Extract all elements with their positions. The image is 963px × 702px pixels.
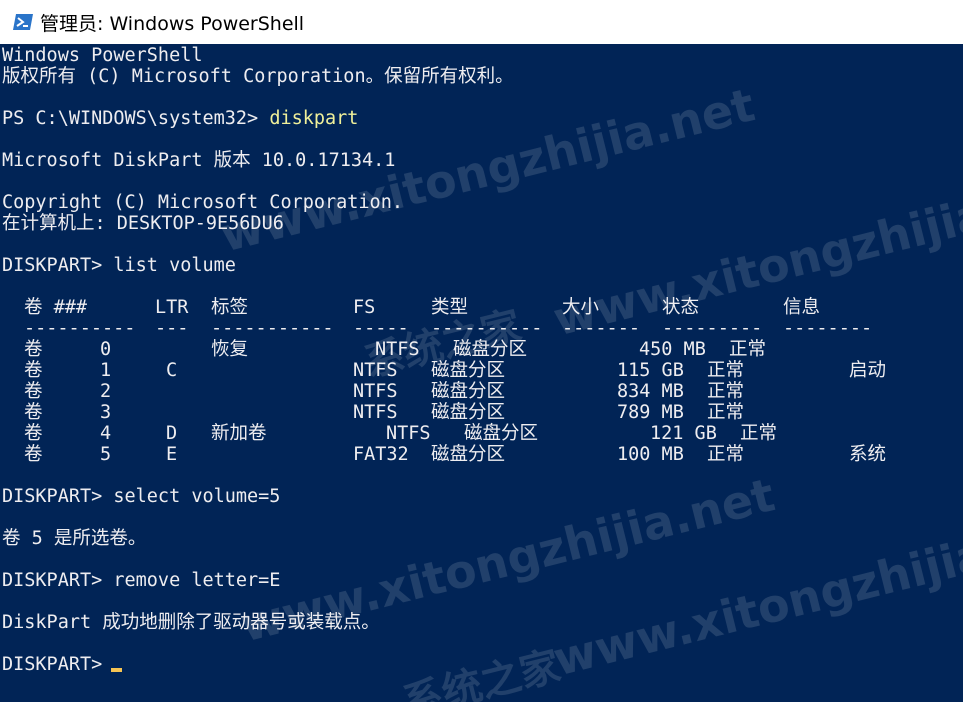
label-cell: 恢复 [211, 339, 249, 360]
ltr-cell: E [166, 444, 178, 465]
title-bar[interactable]: 管理员: Windows PowerShell [0, 0, 963, 44]
console-line: 版权所有 (C) Microsoft Corporation。保留所有权利。 [2, 66, 514, 87]
status-cell: 正常 [707, 444, 745, 465]
header-cell: 卷 ### [24, 297, 88, 318]
ltr-cell: C [166, 360, 178, 381]
separator-cell: ----- [353, 318, 409, 339]
type-cell: 磁盘分区 [431, 381, 506, 402]
console-line: 卷 5 是所选卷。 [2, 528, 147, 549]
size-cell: 121 GB [650, 423, 717, 444]
ltr-cell: D [166, 423, 178, 444]
header-cell: LTR [155, 297, 189, 318]
volume-number: 1 [100, 360, 112, 381]
separator-cell: --- [155, 318, 189, 339]
volume-cell: 卷 [24, 381, 43, 402]
status-cell: 正常 [707, 381, 745, 402]
fs-cell: NTFS [353, 402, 398, 423]
window-title: 管理员: Windows PowerShell [40, 12, 305, 35]
size-cell: 115 GB [617, 360, 684, 381]
prompt-line: PS C:\WINDOWS\system32> diskpart [2, 108, 358, 129]
separator-cell: ---------- [24, 318, 136, 339]
console-line: DISKPART> list volume [2, 255, 236, 276]
header-cell: 类型 [431, 297, 469, 318]
type-cell: 磁盘分区 [431, 360, 506, 381]
console-line: 在计算机上: DESKTOP-9E56DU6 [2, 213, 284, 234]
console-line: Microsoft DiskPart 版本 10.0.17134.1 [2, 150, 396, 171]
header-cell: FS [353, 297, 376, 318]
current-prompt: DISKPART> [2, 654, 114, 675]
volume-number: 0 [100, 339, 112, 360]
header-cell: 标签 [211, 297, 249, 318]
ps-prompt: PS C:\WINDOWS\system32> [2, 108, 270, 129]
header-cell: 信息 [783, 297, 821, 318]
console-line: DiskPart 成功地删除了驱动器号或装载点。 [2, 612, 380, 633]
volume-number: 5 [100, 444, 112, 465]
size-cell: 450 MB [639, 339, 706, 360]
console-line: Windows PowerShell [2, 45, 203, 66]
volume-number: 2 [100, 381, 112, 402]
status-cell: 正常 [707, 360, 745, 381]
header-cell: 状态 [662, 297, 700, 318]
info-cell: 启动 [849, 360, 887, 381]
separator-cell: ----------- [211, 318, 334, 339]
separator-cell: -------- [783, 318, 873, 339]
volume-cell: 卷 [24, 444, 43, 465]
header-cell: 大小 [562, 297, 600, 318]
status-cell: 正常 [729, 339, 767, 360]
label-cell: 新加卷 [211, 423, 267, 444]
type-cell: 磁盘分区 [431, 402, 506, 423]
type-cell: 磁盘分区 [453, 339, 528, 360]
size-cell: 789 MB [617, 402, 684, 423]
fs-cell: FAT32 [353, 444, 409, 465]
separator-cell: ---------- [431, 318, 543, 339]
powershell-icon [13, 14, 33, 30]
status-cell: 正常 [740, 423, 778, 444]
text-cursor [111, 668, 122, 672]
volume-cell: 卷 [24, 402, 43, 423]
volume-cell: 卷 [24, 423, 43, 444]
size-cell: 100 MB [617, 444, 684, 465]
type-cell: 磁盘分区 [464, 423, 539, 444]
info-cell: 系统 [849, 444, 887, 465]
volume-cell: 卷 [24, 339, 43, 360]
volume-number: 3 [100, 402, 112, 423]
status-cell: 正常 [707, 402, 745, 423]
separator-cell: --------- [662, 318, 763, 339]
console-line: DISKPART> remove letter=E [2, 570, 281, 591]
fs-cell: NTFS [375, 339, 420, 360]
fs-cell: NTFS [386, 423, 431, 444]
fs-cell: NTFS [353, 381, 398, 402]
console-line: Copyright (C) Microsoft Corporation. [2, 192, 403, 213]
ps-command: diskpart [269, 108, 359, 129]
volume-cell: 卷 [24, 360, 43, 381]
fs-cell: NTFS [353, 360, 398, 381]
volume-number: 4 [100, 423, 112, 444]
console-line: DISKPART> select volume=5 [2, 486, 281, 507]
watermark-brand: 系统之家 [398, 642, 565, 702]
watermark-url: www.xitongzhijia.net [548, 501, 963, 687]
separator-cell: ------- [562, 318, 640, 339]
size-cell: 834 MB [617, 381, 684, 402]
console-area[interactable]: Windows PowerShell 版权所有 (C) Microsoft Co… [0, 44, 963, 702]
type-cell: 磁盘分区 [431, 444, 506, 465]
